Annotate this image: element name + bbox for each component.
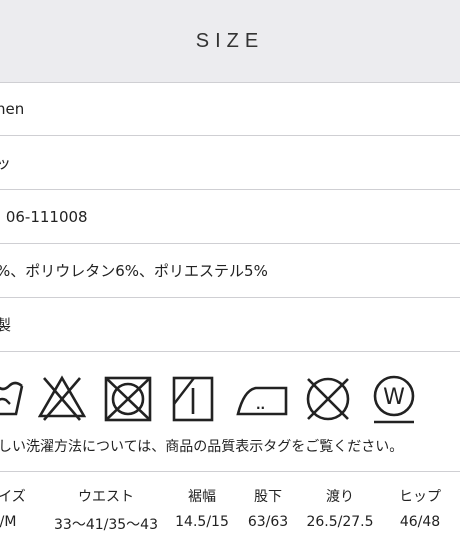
care-section: .. W しい洗濯方法については、商品の品質表示タグをご覧ください。	[0, 352, 460, 472]
size-value-hem-width: 14.5/15	[175, 514, 229, 530]
size-value-size: /M	[0, 514, 17, 530]
size-header: SIZE	[0, 0, 460, 83]
care-icons: .. W	[0, 374, 460, 426]
size-header-waist: ウエスト	[78, 489, 134, 505]
svg-text:W: W	[383, 385, 405, 410]
size-header-hem-width: 裾幅	[188, 489, 216, 505]
line-dry-icon	[172, 376, 214, 422]
size-header-hip: ヒップ	[399, 489, 441, 505]
no-dry-clean-icon	[306, 377, 350, 421]
row-material: %、ポリウレタン6%、ポリエステル5%	[0, 244, 460, 298]
wet-clean-icon: W	[373, 375, 415, 424]
hand-wash-icon	[0, 381, 24, 416]
row-value: 製	[0, 314, 11, 335]
iron-low-icon: ..	[236, 386, 288, 416]
size-header-size: イズ	[0, 489, 26, 505]
row-value: nen	[0, 99, 25, 118]
size-header-inseam: 股下	[254, 489, 282, 505]
svg-text:..: ..	[256, 398, 265, 412]
page-title: SIZE	[195, 29, 265, 52]
size-value-inseam: 63/63	[247, 514, 289, 530]
no-bleach-icon	[38, 375, 86, 421]
no-tumble-dry-icon	[104, 376, 152, 422]
row-value: : 06-111008	[0, 207, 88, 226]
size-value-thigh: 26.5/27.5	[306, 514, 374, 530]
size-header-thigh: 渡り	[326, 489, 354, 505]
row-origin: 製	[0, 298, 460, 352]
row-category: ッ	[0, 136, 460, 190]
size-value-hip: 46/48	[399, 514, 441, 530]
size-value-waist: 33〜41/35〜43	[54, 517, 158, 533]
row-value: ッ	[0, 152, 11, 173]
row-value: %、ポリウレタン6%、ポリエステル5%	[0, 262, 268, 280]
row-item-number: : 06-111008	[0, 190, 460, 244]
row-gender: nen	[0, 82, 460, 136]
care-instructions-note: しい洗濯方法については、商品の品質表示タグをご覧ください。	[0, 439, 404, 455]
